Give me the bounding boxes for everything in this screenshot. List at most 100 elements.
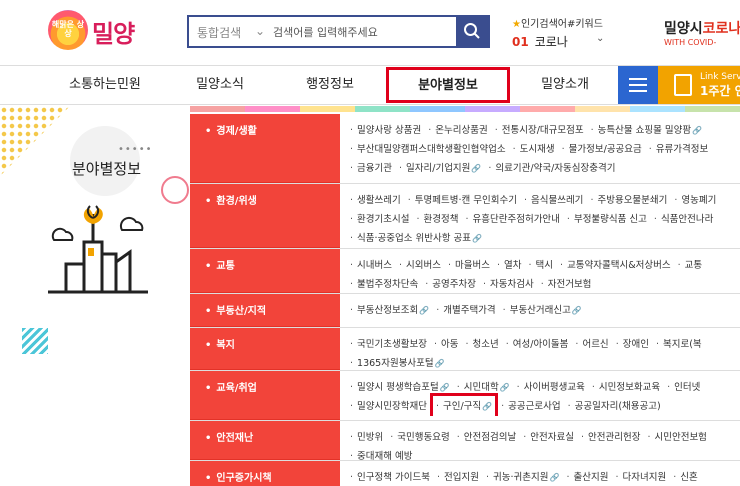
nav-item-news[interactable]: 밀양소식 [170,66,270,104]
category-link[interactable]: 어르신 [575,335,608,354]
category-link[interactable]: 복지로(복 [656,335,702,354]
category-link[interactable]: 부산대밀양캠퍼스대학생활인협약업소 [350,140,506,159]
category-link[interactable]: 자동차검사 [483,275,534,294]
category-link[interactable]: 청소년 [465,335,499,354]
category-link[interactable]: 환경기초시설 [350,210,409,229]
section-title: 분야별정보 [72,160,142,178]
link-label: 밀양시 평생학습포털 [357,382,439,393]
category-link[interactable]: 출산지원 [566,468,608,486]
category-link[interactable]: 물가정보/공공요금 [562,140,642,159]
category-link[interactable]: 시민대학🔗 [457,378,510,397]
category-link[interactable]: 온누리상품권 [428,121,487,140]
category-link[interactable]: 식품·공중업소 위반사항 공표🔗 [350,229,482,248]
nav-item-field-info[interactable]: 분야별정보 [386,67,510,103]
category-link[interactable]: 불법주정차단속 [350,275,418,294]
category-link[interactable]: 안전자료실 [523,428,574,447]
category-link[interactable]: 민방위 [350,428,383,447]
link-label: 환경기초시설 [357,214,410,225]
category-link[interactable]: 안전점검의날 [457,428,516,447]
category-link[interactable]: 마을버스 [448,256,490,275]
category-name[interactable]: 교통 [205,257,234,272]
link-service-top: Link Serv [700,72,740,82]
site-logo[interactable]: 해맑은 상상 밀양 [48,8,138,58]
category-link[interactable]: 국민행동요령 [390,428,449,447]
category-link[interactable]: 사이버평생교육 [517,378,585,397]
category-link[interactable]: 귀농·귀촌지원🔗 [486,468,559,486]
category-link[interactable]: 유류가격정보 [649,140,708,159]
category-link[interactable]: 여성/아이돌봄 [506,335,569,354]
category-link[interactable]: 전통시장/대규모점포 [495,121,584,140]
nav-item-about[interactable]: 밀양소개 [515,66,615,104]
external-link-icon: 🔗 [439,383,450,392]
link-service-banner[interactable]: Link Serv 1주간 인 [658,66,740,104]
link-label: 장애인 [622,339,649,350]
category-link[interactable]: 시민안전보험 [647,428,706,447]
category-link[interactable]: 부동산정보조회🔗 [350,301,429,320]
category-link[interactable]: 음식물쓰레기 [524,191,583,210]
category-link[interactable]: 자전거보험 [541,275,592,294]
category-link[interactable]: 시외버스 [399,256,441,275]
nav-item-admin[interactable]: 행정정보 [280,66,380,104]
link-label: 안전관리헌장 [588,432,641,443]
category-link[interactable]: 공영주차장 [425,275,476,294]
category-link[interactable]: 아동 [434,335,458,354]
category-link[interactable]: 시민정보화교육 [592,378,660,397]
category-link[interactable]: 환경정책 [416,210,459,229]
category-row: 부동산/지적 부동산정보조회🔗 개별주택가격 부동산거래신고🔗 [190,294,740,328]
category-name[interactable]: 환경/위생 [205,192,256,207]
logo-slogan: 해맑은 상상 [51,20,85,38]
category-link[interactable]: 인구정책 가이드북 [350,468,430,486]
category-link[interactable]: 택시 [529,256,554,275]
category-link[interactable]: 신혼 [673,468,697,486]
category-name[interactable]: 안전재난 [205,429,253,444]
category-link[interactable]: 인터넷 [667,378,700,397]
category-name[interactable]: 인구증가시책 [205,469,271,484]
category-link[interactable]: 부동산거래신고🔗 [503,301,582,320]
search-scope-select[interactable]: 통합검색 [197,24,241,41]
category-link[interactable]: 교통 [678,256,702,275]
category-link[interactable]: 도시재생 [513,140,555,159]
link-line: 생활쓰레기 투명페트병·캔 무인회수기 음식물쓰레기 주방용오물분쇄기 영농폐기 [350,191,740,210]
category-link[interactable]: 시내버스 [350,256,392,275]
category-link[interactable]: 교통약자콜택시&저상버스 [560,256,671,275]
category-link[interactable]: 부정불량식품 신고 [567,210,647,229]
category-name[interactable]: 경제/생활 [205,122,256,137]
category-link[interactable]: 다자녀지원 [615,468,666,486]
category-link[interactable]: 열차 [497,256,521,275]
category-link[interactable]: 주방용오물분쇄기 [590,191,667,210]
category-link[interactable]: 장애인 [616,335,649,354]
covid-banner[interactable]: 밀양시코로나 WITH COVID- [664,18,740,50]
link-label: 택시 [535,260,554,271]
category-link[interactable]: 투명페트병·캔 무인회수기 [408,191,517,210]
category-link[interactable]: 유흥단란주점허가안내 [465,210,560,229]
category-link[interactable]: 영농폐기 [674,191,716,210]
category-link[interactable]: 전입지원 [437,468,479,486]
job-seeking-link[interactable]: 구인/구직🔗 [429,393,499,416]
category-link[interactable]: 국민기초생활보장 [350,335,427,354]
category-link[interactable]: 밀양시 평생학습포털🔗 [350,378,450,397]
category-name[interactable]: 복지 [205,336,234,351]
city-building-icon [48,205,148,294]
category-name[interactable]: 교육/취업 [205,379,256,394]
category-link[interactable]: 금융기관 [350,159,392,178]
category-link[interactable]: 밀양사랑 상품권 [350,121,421,140]
nav-item-civil[interactable]: 소통하는민원 [50,66,160,104]
category-link[interactable]: 밀양시민장학재단 [350,397,427,416]
category-link[interactable]: 농특산물 쇼핑몰 밀양팜🔗 [591,121,702,140]
search-input[interactable] [273,21,453,43]
category-link[interactable]: 일자리/기업지원🔗 [399,159,481,178]
category-link[interactable]: 공공일자리(채용공고) [568,397,661,416]
category-link[interactable]: 공공근로사업 [501,397,560,416]
category-link[interactable]: 생활쓰레기 [350,191,401,210]
keyword-item[interactable]: 01 코로나 [512,33,568,50]
link-line: 식품·공중업소 위반사항 공표🔗 [350,229,740,248]
category-link[interactable]: 의료기관/약국/자동심장충격기 [488,159,615,178]
search-button[interactable] [456,17,488,46]
category-name[interactable]: 부동산/지적 [205,302,266,317]
hamburger-menu-button[interactable] [618,66,658,104]
category-link[interactable]: 식품안전나라 [654,210,713,229]
category-link[interactable]: 개별주택가격 [436,301,495,320]
chevron-down-icon[interactable]: ⌄ [596,33,604,44]
logo-text: 밀양 [92,20,135,48]
category-link[interactable]: 안전관리헌장 [581,428,640,447]
